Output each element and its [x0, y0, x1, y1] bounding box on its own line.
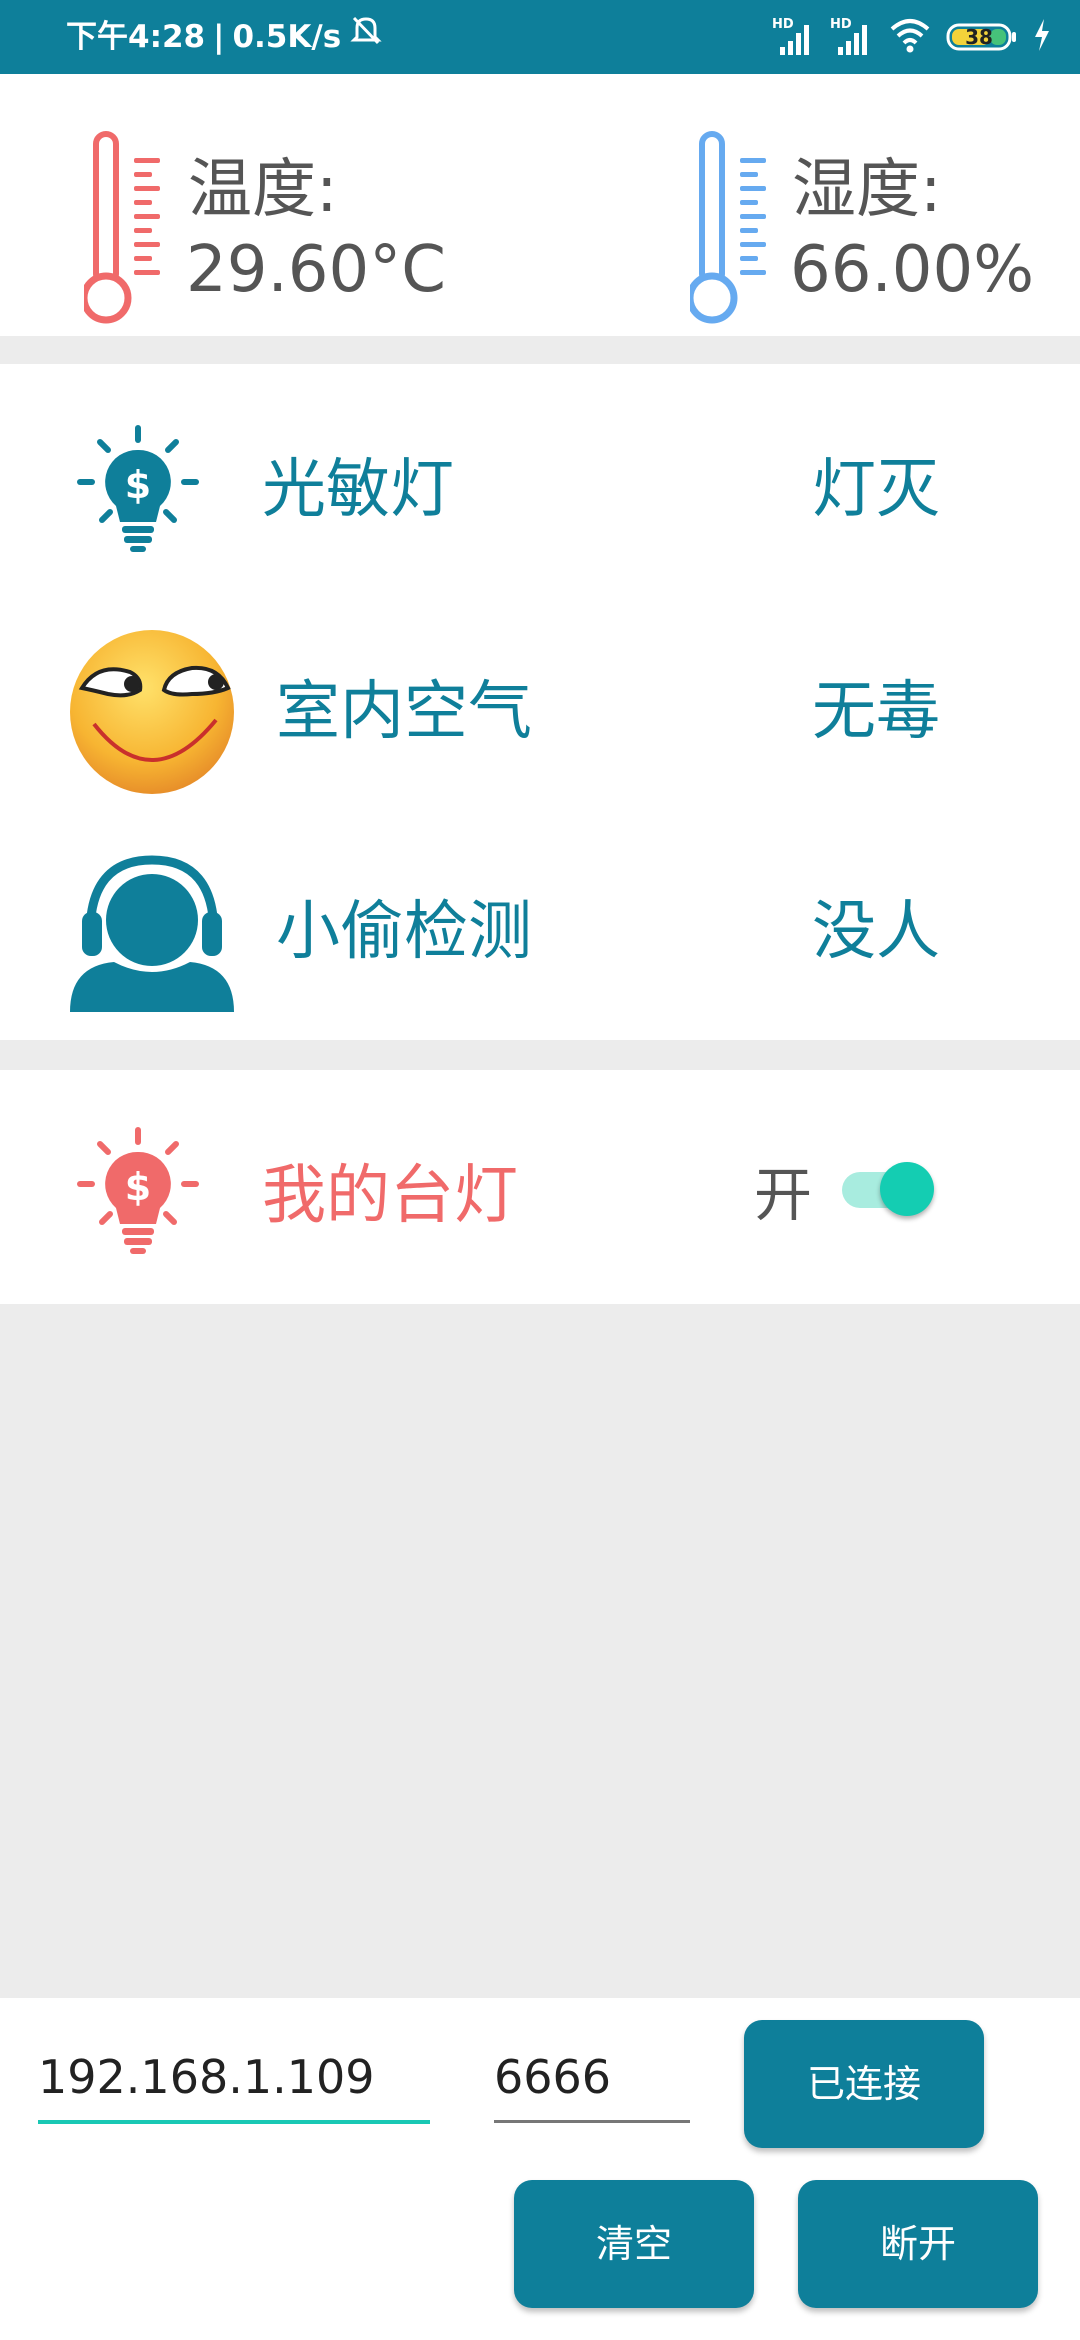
charging-icon [1032, 17, 1052, 57]
status-right: HD HD 38 [772, 14, 1052, 60]
lightbulb-dollar-icon-red: $ [76, 1126, 200, 1262]
air-quality-status: 无毒 [812, 675, 940, 749]
clear-button[interactable]: 清空 [514, 2180, 754, 2308]
status-left: 下午4:28 | 0.5K/s [66, 0, 383, 74]
humidity-value: 66.00% [790, 233, 1035, 307]
signal-icon: HD [772, 17, 816, 57]
battery-level: 38 [965, 25, 993, 49]
svg-text:$: $ [125, 1165, 151, 1209]
light-sensor-label: 光敏灯 [262, 453, 454, 527]
status-bar: 下午4:28 | 0.5K/s HD HD 38 [0, 0, 1080, 74]
switch-thumb[interactable] [880, 1162, 934, 1216]
bell-off-icon [349, 0, 383, 74]
smirk-face-icon [68, 628, 236, 800]
battery-icon: 38 [946, 21, 1018, 53]
disconnect-button[interactable]: 断开 [798, 2180, 1038, 2308]
intruder-label: 小偷检测 [276, 895, 532, 969]
air-quality-label: 室内空气 [276, 675, 532, 749]
temperature-label: 温度: [188, 153, 338, 227]
ip-input[interactable]: 192.168.1.109 [38, 2050, 375, 2104]
ip-input-underline [38, 2120, 430, 2124]
person-headset-icon [68, 846, 236, 1020]
status-time: 下午4:28 [66, 19, 206, 55]
thermometer-icon-blue [686, 128, 770, 332]
connect-button[interactable]: 已连接 [744, 2020, 984, 2148]
desk-lamp-label: 我的台灯 [262, 1159, 518, 1233]
lightbulb-dollar-icon: $ [76, 424, 200, 560]
signal-icon-2: HD [830, 17, 874, 57]
desk-lamp-toggle-label: 开 [754, 1161, 813, 1229]
connection-bar: 192.168.1.109 6666 已连接 清空 断开 [0, 1998, 1080, 2340]
svg-text:$: $ [125, 463, 151, 507]
port-input-underline [494, 2120, 690, 2123]
humidity-label: 湿度: [792, 153, 942, 227]
status-separator: | [213, 19, 225, 55]
wifi-icon [888, 15, 932, 59]
temperature-value: 29.60°C [186, 233, 446, 307]
port-input[interactable]: 6666 [494, 2050, 611, 2104]
intruder-status: 没人 [812, 895, 940, 969]
status-net-speed: 0.5K/s [232, 19, 342, 55]
thermometer-icon-red [80, 128, 164, 332]
light-sensor-status: 灯灭 [812, 453, 940, 527]
